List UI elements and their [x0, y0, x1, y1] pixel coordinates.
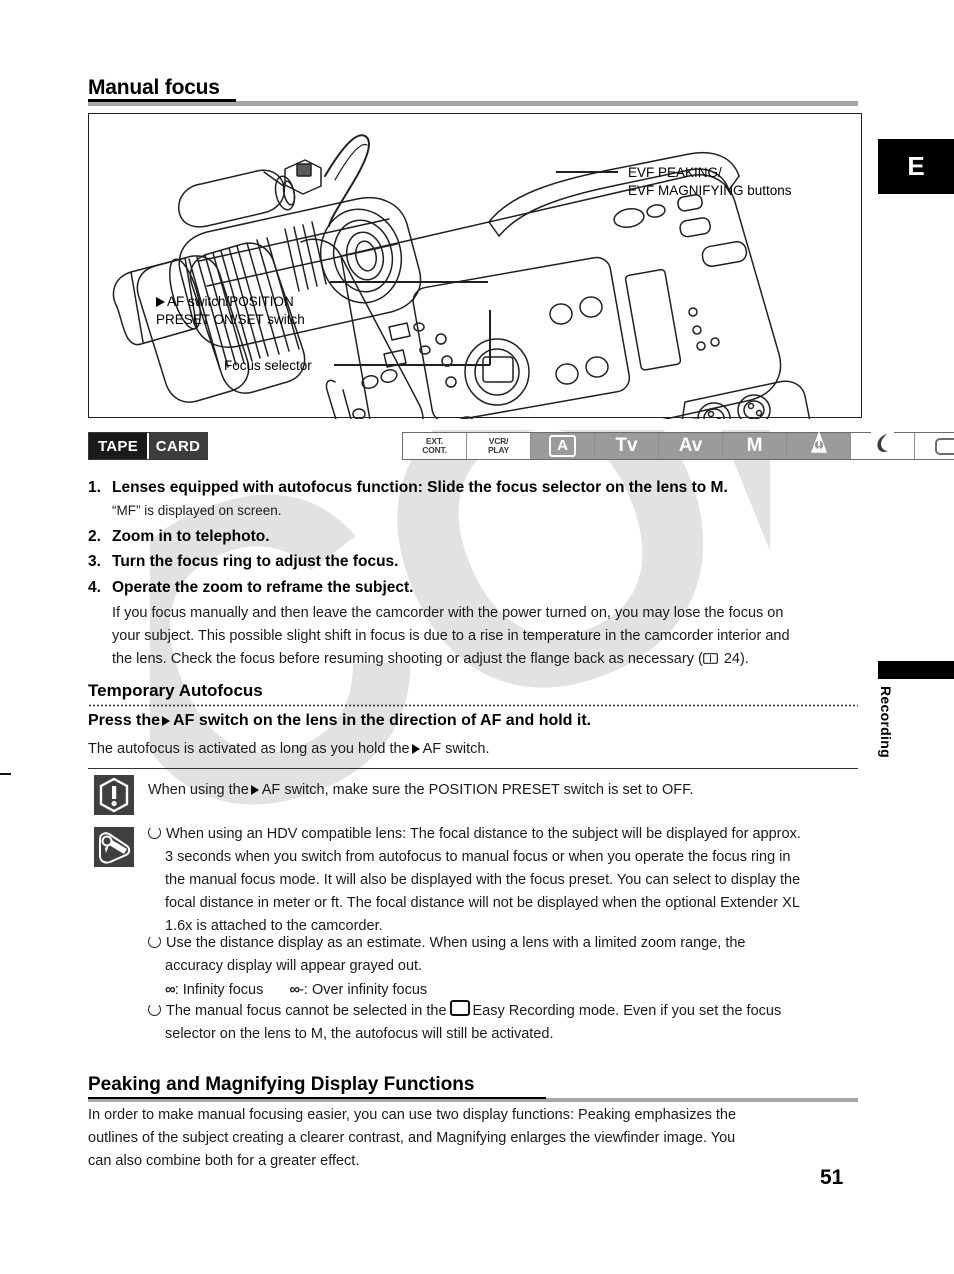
step-paragraph: If you focus manually and then leave the… — [112, 602, 872, 671]
figure-container — [88, 113, 863, 419]
mode-cell-manual: M — [723, 433, 787, 459]
leader-line-evf — [556, 171, 618, 173]
page-title: Manual focus — [88, 76, 220, 99]
note-1-line-3: the manual focus mode. It will also be d… — [165, 872, 801, 888]
leader-line-focus-selector — [334, 364, 490, 366]
peaking-paragraph: In order to make manual focusing easier,… — [88, 1104, 868, 1173]
easy-recording-icon — [935, 437, 954, 455]
note-3-mid: Easy Recording mode. Even if you set the… — [472, 1003, 782, 1019]
triangle-icon — [156, 297, 165, 307]
media-cell-tape: TAPE — [89, 433, 147, 459]
body-post: AF switch. — [422, 741, 490, 757]
note-1-line-1: When using an HDV compatible lens: The f… — [166, 826, 801, 842]
section-title-peaking: Peaking and Magnifying Display Functions — [88, 1074, 475, 1095]
edge-tick-mark — [0, 773, 11, 775]
triangle-icon — [411, 744, 420, 754]
mode-cell-easy-recording — [915, 433, 954, 459]
mode-cell-spotlight — [787, 430, 851, 461]
note-pencil-icon — [94, 827, 134, 867]
step-number-3: 3. — [88, 553, 101, 570]
note-item-1: When using an HDV compatible lens: The f… — [148, 823, 874, 938]
peaking-title-underline — [88, 1097, 546, 1099]
peaking-line-2: outlines of the subject creating a clear… — [88, 1130, 736, 1146]
instruction-pre: Press the — [88, 712, 161, 729]
step-text-1: Lenses equipped with autofocus function:… — [112, 479, 728, 496]
media-cell-card: CARD — [149, 433, 207, 459]
note-3-post: selector on the lens to M, the autofocus… — [165, 1026, 554, 1042]
note-1-line-4: focal distance in meter or ft. The focal… — [165, 895, 800, 911]
title-underline — [88, 99, 236, 102]
mode-cell-ext-cont: EXT. CONT. — [403, 433, 467, 459]
step-subtext-1: “MF” is displayed on screen. — [112, 503, 282, 518]
note-3-pre: The manual focus cannot be selected in t… — [166, 1003, 447, 1019]
step-text-2: Zoom in to telephoto. — [112, 528, 270, 545]
mode-auto-label: A — [549, 435, 576, 457]
leader-line-focus-selector-vertical — [489, 310, 491, 365]
mode-cell-tv: Tv — [595, 433, 659, 459]
note-item-3: The manual focus cannot be selected in t… — [148, 1000, 874, 1046]
peaking-line-1: In order to make manual focusing easier,… — [88, 1107, 737, 1123]
note-2-line-1: Use the distance display as an estimate.… — [166, 935, 746, 951]
bullet-icon — [148, 1003, 161, 1016]
callout-af-switch: AF switch/POSITION PRESET ON/SET switch — [156, 275, 305, 329]
note-item-2: Use the distance display as an estimate.… — [148, 932, 874, 1002]
body-pre: The autofocus is activated as long as yo… — [88, 741, 410, 757]
camcorder-illustration — [89, 114, 863, 419]
subsection-title-temporary-autofocus: Temporary Autofocus — [88, 681, 263, 700]
over-infinity-symbol: ∞ — [289, 981, 300, 998]
side-tab-bar — [878, 661, 954, 679]
night-icon — [871, 432, 894, 460]
peaking-line-3: can also combine both for a greater effe… — [88, 1153, 360, 1169]
over-infinity-label: -: Over infinity focus — [299, 982, 428, 998]
easy-recording-icon — [449, 1000, 470, 1016]
page-number: 51 — [820, 1166, 844, 1189]
mode-cells: EXT. CONT. VCR/ PLAY A Tv Av M — [402, 430, 954, 461]
step-paragraph-line-2: your subject. This possible slight shift… — [112, 628, 790, 644]
step-paragraph-line-3: the lens. Check the focus before resumin… — [112, 651, 703, 667]
media-badge: TAPE CARD — [88, 432, 208, 460]
step-text-3: Turn the focus ring to adjust the focus. — [112, 553, 399, 570]
mode-cell-auto: A — [531, 433, 595, 459]
callout-focus-selector: Focus selector — [224, 358, 312, 373]
step-paragraph-line-1: If you focus manually and then leave the… — [112, 605, 784, 621]
step-text-4: Operate the zoom to reframe the subject. — [112, 579, 414, 596]
caution-post: AF switch, make sure the POSITION PRESET… — [261, 782, 694, 798]
triangle-icon — [162, 716, 171, 726]
mode-cell-night — [851, 432, 915, 460]
instruction-post: AF switch on the lens in the direction o… — [173, 712, 592, 729]
note-1-line-2: 3 seconds when you switch from autofocus… — [165, 849, 791, 865]
leader-line-af — [330, 281, 488, 283]
side-tab-recording-label: Recording — [878, 686, 894, 758]
infinity-label: : Infinity focus — [174, 982, 264, 998]
temporary-autofocus-instruction: Press the AF switch on the lens in the di… — [88, 712, 591, 730]
note-2-line-2: accuracy display will appear grayed out. — [165, 958, 423, 974]
infinity-symbol: ∞ — [165, 981, 176, 998]
callout-af-switch-label: AF switch/POSITION PRESET ON/SET switch — [156, 294, 305, 327]
caution-text: When using the AF switch, make sure the P… — [148, 779, 693, 802]
spotlight-icon — [809, 430, 829, 461]
mode-cell-av: Av — [659, 433, 723, 459]
side-tab-letter: E — [878, 139, 954, 194]
step-number-1: 1. — [88, 479, 101, 496]
dotted-rule — [88, 704, 858, 707]
mode-cell-vcr-play: VCR/ PLAY — [467, 433, 531, 459]
note-2-legend: ∞: Infinity focus ∞-: Over infinity focus — [165, 981, 428, 998]
bullet-icon — [148, 935, 161, 948]
step-number-2: 2. — [88, 528, 101, 545]
separator-rule — [88, 768, 858, 769]
triangle-icon — [250, 785, 259, 795]
caution-pre: When using the — [148, 782, 249, 798]
step-paragraph-line-4: 24). — [719, 651, 749, 667]
book-reference-icon — [702, 649, 718, 664]
caution-icon — [94, 775, 134, 815]
step-number-4: 4. — [88, 579, 101, 596]
bullet-icon — [148, 826, 161, 839]
temporary-autofocus-body: The autofocus is activated as long as yo… — [88, 738, 490, 761]
callout-evf-buttons: EVF PEAKING/ EVF MAGNIFYING buttons — [628, 165, 792, 198]
